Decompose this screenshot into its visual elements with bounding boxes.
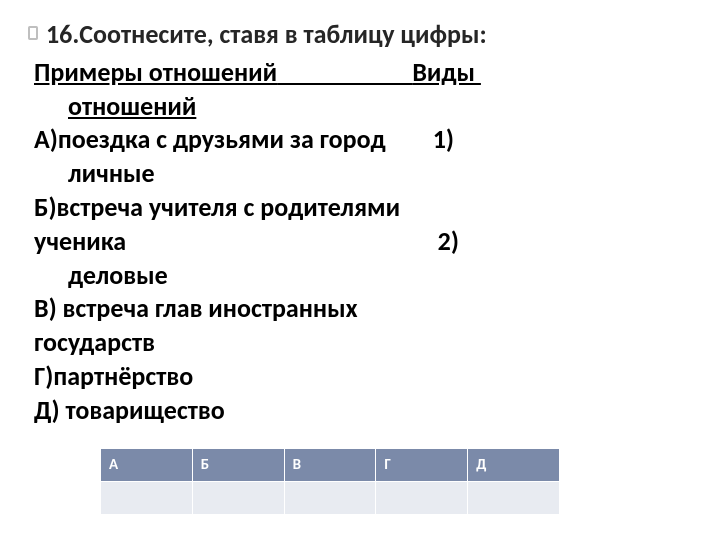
column-headers-cont: отношений <box>34 90 700 124</box>
item-b-cont2: деловые <box>34 259 700 293</box>
col-b: Б <box>192 449 284 482</box>
ans-v[interactable] <box>284 482 376 515</box>
item-a-cont: личные <box>34 157 700 191</box>
ans-g[interactable] <box>376 482 468 515</box>
item-v: В) встреча глав иностранных <box>34 292 700 326</box>
question-body: Примеры отношений Виды отношений А)поезд… <box>28 56 700 428</box>
item-b-cont-left: ученика <box>34 225 126 257</box>
col-a: А <box>101 449 193 482</box>
item-b-cont: ученика 2) <box>34 225 700 259</box>
item-a-example: А)поездка с друзьями за город <box>34 123 386 155</box>
answer-table: А Б В Г Д <box>100 448 560 515</box>
table-answer-row <box>101 482 560 515</box>
column-headers: Примеры отношений Виды <box>34 56 700 90</box>
answer-table-wrap: А Б В Г Д <box>100 448 560 515</box>
table-header-row: А Б В Г Д <box>101 449 560 482</box>
header-spacer <box>277 56 412 88</box>
question-title: 16.Соотнесите, ставя в таблицу цифры: <box>28 20 700 50</box>
item-b-type: 2) <box>438 225 465 257</box>
slide: 16.Соотнесите, ставя в таблицу цифры: Пр… <box>0 0 720 540</box>
item-d: Д) товарищество <box>34 394 700 428</box>
ans-d[interactable] <box>468 482 560 515</box>
types-header: Виды <box>412 56 481 88</box>
item-b: Б)встреча учителя с родителями <box>34 191 700 225</box>
col-g: Г <box>376 449 468 482</box>
ans-b[interactable] <box>192 482 284 515</box>
item-b-cont-spacer <box>126 225 438 257</box>
col-v: В <box>284 449 376 482</box>
examples-header: Примеры отношений <box>34 56 277 88</box>
item-a-type: 1) <box>433 123 460 155</box>
item-g: Г)партнёрство <box>34 360 700 394</box>
ans-a[interactable] <box>101 482 193 515</box>
types-header-cont: отношений <box>68 90 196 122</box>
col-d: Д <box>468 449 560 482</box>
item-a: А)поездка с друзьями за город 1) <box>34 123 700 157</box>
item-v-cont: государств <box>34 326 700 360</box>
item-a-spacer <box>386 123 433 155</box>
